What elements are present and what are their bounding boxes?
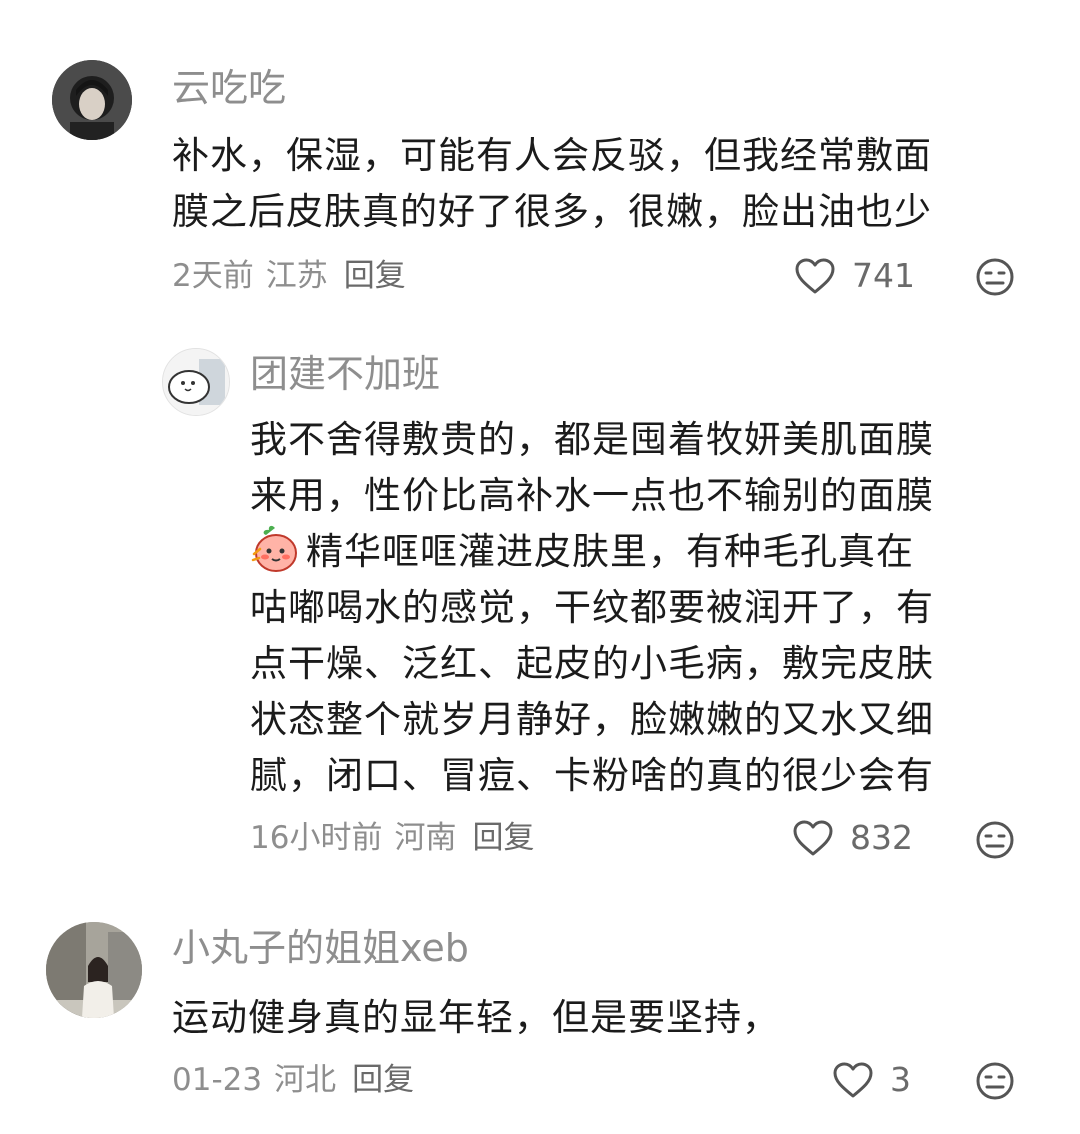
username[interactable]: 云吃吃 xyxy=(172,66,286,110)
meh-face-icon[interactable] xyxy=(975,820,1015,860)
reply-button[interactable]: 回复 xyxy=(344,258,406,294)
comment-text-line: 膜之后皮肤真的好了很多，很嫩，脸出油也少 xyxy=(172,190,932,233)
avatar[interactable] xyxy=(162,348,230,416)
comment-text-line: 点干燥、泛红、起皮的小毛病，敷完皮肤 xyxy=(250,642,934,685)
like-button[interactable]: 3 xyxy=(832,1060,911,1100)
like-count: 832 xyxy=(850,818,913,857)
comment-text: 补水，保湿，可能有人会反驳，但我经常敷面 膜之后皮肤真的好了很多，很嫩，脸出油也… xyxy=(172,128,932,240)
comment-text-line-with-emoji: 精华哐哐灌进皮肤里，有种毛孔真在 xyxy=(250,524,934,580)
heart-outline-icon xyxy=(833,1062,873,1098)
like-count: 3 xyxy=(890,1060,911,1099)
heart-outline-icon xyxy=(795,258,835,294)
avatar-dark-hair-girl-icon xyxy=(52,60,132,140)
like-button[interactable]: 832 xyxy=(792,818,913,858)
comment-text-line: 运动健身真的显年轻，但是要坚持， xyxy=(172,996,780,1039)
avatar-photo-woman-icon xyxy=(46,922,142,1018)
shy-peach-emoji-icon xyxy=(251,525,297,572)
reply-button[interactable]: 回复 xyxy=(472,820,534,856)
avatar[interactable] xyxy=(52,60,132,140)
comment-text-line: 补水，保湿，可能有人会反驳，但我经常敷面 xyxy=(172,134,932,177)
avatar-cartoon-seal-icon xyxy=(163,349,229,415)
comment-meta: 16小时前 河南 回复 xyxy=(250,818,546,858)
comment-text-segment: 精华哐哐灌进皮肤里，有种毛孔真在 xyxy=(306,530,914,573)
comment-text-line: 来用，性价比高补水一点也不输别的面膜 xyxy=(250,474,934,517)
comment-location: 江苏 xyxy=(265,258,328,294)
like-button[interactable]: 741 xyxy=(794,256,915,296)
comment-meta: 01-23 河北 回复 xyxy=(172,1060,426,1100)
heart-outline-icon xyxy=(793,820,833,856)
meh-face-icon[interactable] xyxy=(975,1061,1015,1101)
avatar[interactable] xyxy=(46,922,142,1018)
reply-button[interactable]: 回复 xyxy=(352,1062,414,1098)
username[interactable]: 小丸子的姐姐xeb xyxy=(172,926,469,970)
comment-location: 河北 xyxy=(274,1062,337,1098)
comment-text-line: 腻，闭口、冒痘、卡粉啥的真的很少会有 xyxy=(250,754,934,797)
comment-text-line: 状态整个就岁月静好，脸嫩嫩的又水又细 xyxy=(250,698,934,741)
comment-time: 2天前 xyxy=(172,258,254,294)
comment-text: 我不舍得敷贵的，都是囤着牧妍美肌面膜 来用，性价比高补水一点也不输别的面膜 精华… xyxy=(250,412,934,804)
comment-text-line: 我不舍得敷贵的，都是囤着牧妍美肌面膜 xyxy=(250,418,934,461)
comment-location: 河南 xyxy=(394,820,457,856)
meh-face-icon[interactable] xyxy=(975,257,1015,297)
like-count: 741 xyxy=(852,256,915,295)
comment-time: 01-23 xyxy=(172,1062,263,1098)
comment-time: 16小时前 xyxy=(250,820,383,856)
comment-meta: 2天前 江苏 回复 xyxy=(172,256,418,296)
username[interactable]: 团建不加班 xyxy=(250,352,440,396)
comment-text-line: 咕嘟喝水的感觉，干纹都要被润开了，有 xyxy=(250,586,934,629)
comment-text: 运动健身真的显年轻，但是要坚持， xyxy=(172,990,780,1046)
